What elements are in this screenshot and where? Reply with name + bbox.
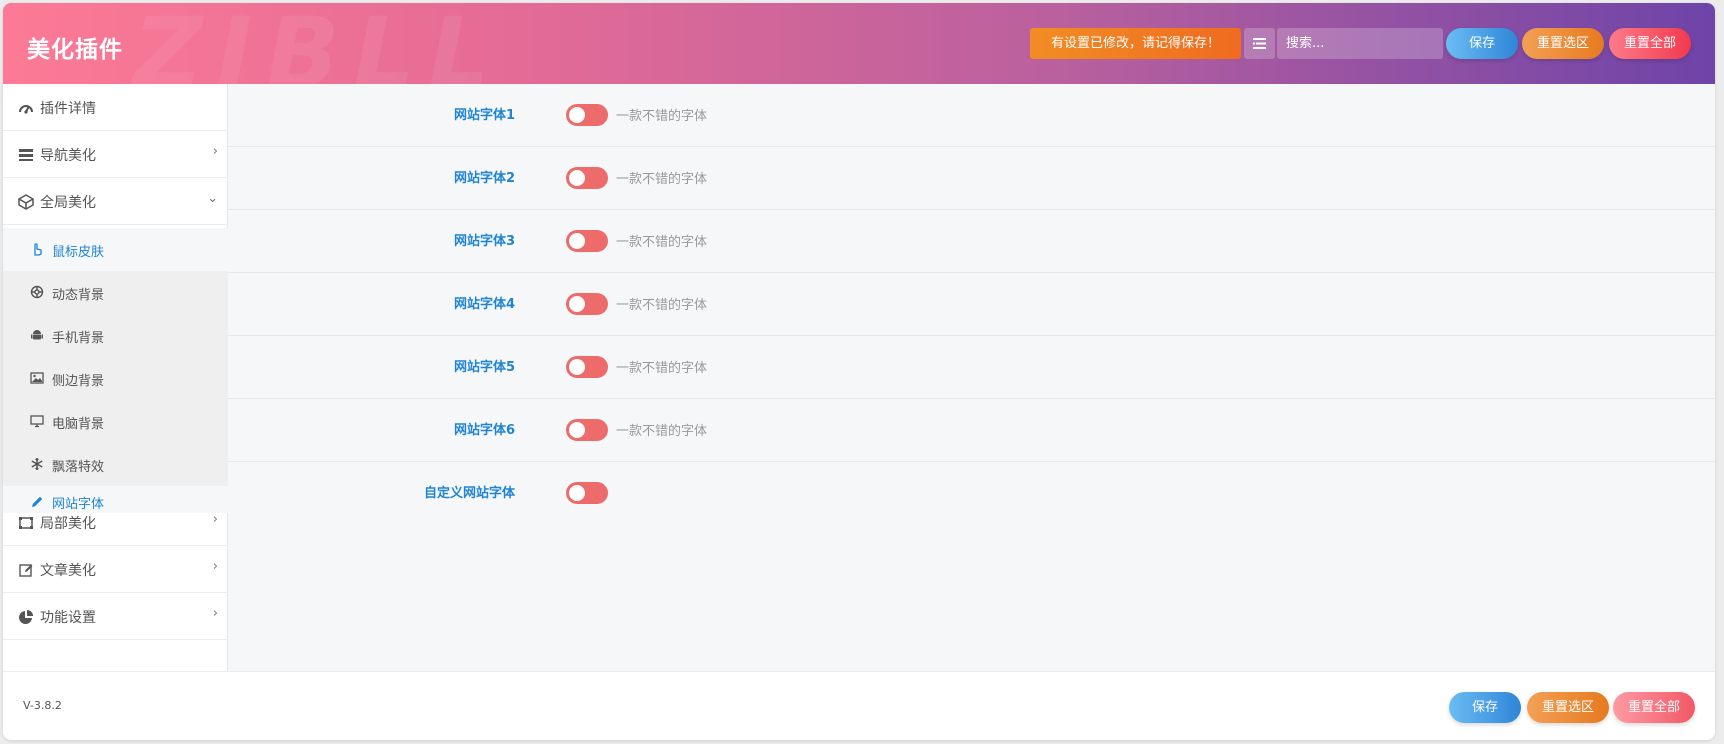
toggle-knob — [569, 296, 585, 312]
toggle-knob — [569, 233, 585, 249]
reset-section-button[interactable]: 重置选区 — [1522, 28, 1604, 59]
sidebar-subitem-label: 电脑背景 — [52, 417, 105, 432]
image-icon — [30, 372, 44, 384]
sidebar-subitem-mobile-bg[interactable]: 手机背景 — [3, 314, 228, 357]
search-input[interactable] — [1277, 28, 1443, 59]
edit-icon — [19, 564, 33, 577]
setting-row-font-4: 网站字体4 一款不错的字体 — [228, 273, 1715, 336]
sidebar-item-label: 导航美化 — [40, 148, 96, 164]
sidebar-subitem-label: 动态背景 — [52, 288, 105, 303]
page-title: 美化插件 — [27, 37, 123, 63]
settings-panel: 网站字体1 一款不错的字体 网站字体2 一款不错的字体 网站字体3 一款不错的字… — [228, 84, 1715, 671]
sidebar-item-label: 全局美化 — [40, 195, 96, 211]
setting-label: 自定义网站字体 — [423, 486, 515, 501]
setting-description: 一款不错的字体 — [616, 424, 708, 439]
desktop-icon — [30, 415, 44, 428]
pie-chart-icon — [19, 610, 33, 624]
globe-icon — [30, 285, 44, 299]
font-3-toggle[interactable] — [566, 230, 608, 252]
list-icon — [19, 149, 33, 161]
setting-description: 一款不错的字体 — [616, 172, 708, 187]
setting-row-font-5: 网站字体5 一款不错的字体 — [228, 336, 1715, 399]
gauge-icon — [19, 105, 33, 114]
chevron-down-icon: ⌄ — [207, 191, 218, 206]
font-5-toggle[interactable] — [566, 356, 608, 378]
toggle-knob — [569, 107, 585, 123]
sidebar-item-label: 局部美化 — [40, 516, 96, 532]
sidebar-item-nav-beautify[interactable]: 导航美化 › — [3, 131, 228, 178]
unsaved-notice: 有设置已修改，请记得保存！ — [1030, 28, 1241, 59]
setting-label: 网站字体4 — [453, 297, 515, 312]
footer-reset-all-button[interactable]: 重置全部 — [1613, 692, 1695, 723]
setting-row-font-6: 网站字体6 一款不错的字体 — [228, 399, 1715, 462]
toggle-knob — [569, 170, 585, 186]
sidebar-item-partial-beautify[interactable]: 局部美化 › — [3, 499, 228, 546]
font-4-toggle[interactable] — [566, 293, 608, 315]
setting-row-custom-font: 自定义网站字体 — [228, 462, 1715, 525]
footer-save-button[interactable]: 保存 — [1449, 692, 1521, 723]
footer-reset-section-button[interactable]: 重置选区 — [1527, 692, 1609, 723]
sidebar-item-plugin-details[interactable]: 插件详情 — [3, 84, 228, 131]
font-2-toggle[interactable] — [566, 167, 608, 189]
sidebar-subitem-label: 飘落特效 — [52, 460, 105, 475]
pointer-hand-icon — [34, 243, 42, 256]
footer-bar: V-3.8.2 保存 重置选区 重置全部 — [3, 671, 1715, 740]
setting-row-font-3: 网站字体3 一款不错的字体 — [228, 210, 1715, 273]
android-icon — [31, 330, 43, 340]
toggle-knob — [569, 485, 585, 501]
setting-description: 一款不错的字体 — [616, 109, 708, 124]
toggle-knob — [569, 422, 585, 438]
header-watermark: ZIBLL — [133, 3, 504, 84]
sidebar-item-global-beautify[interactable]: 全局美化 ⌄ — [3, 178, 228, 225]
setting-label: 网站字体1 — [453, 108, 515, 123]
list-icon — [1253, 38, 1266, 49]
setting-row-font-2: 网站字体2 一款不错的字体 — [228, 147, 1715, 210]
sidebar-subitem-label: 鼠标皮肤 — [52, 245, 105, 260]
font-1-toggle[interactable] — [566, 104, 608, 126]
header-bar: ZIBLL 美化插件 有设置已修改，请记得保存！ 保存 重置选区 重置全部 — [3, 3, 1715, 84]
setting-label: 网站字体6 — [453, 423, 515, 438]
toggle-knob — [569, 359, 585, 375]
chevron-right-icon: › — [212, 512, 218, 527]
save-button[interactable]: 保存 — [1446, 28, 1518, 59]
submenu-global-beautify: 鼠标皮肤 动态背景 手机背景 侧边背景 电脑背景 飘落特效 网站字体 — [3, 228, 228, 513]
sidebar-subitem-desktop-bg[interactable]: 电脑背景 — [3, 400, 228, 443]
sidebar-item-label: 插件详情 — [40, 101, 96, 117]
sidebar-subitem-label: 侧边背景 — [52, 374, 105, 389]
sidebar-item-label: 功能设置 — [40, 610, 96, 626]
sidebar-item-label: 文章美化 — [40, 563, 96, 579]
setting-label: 网站字体3 — [453, 234, 515, 249]
sidebar-item-function-settings[interactable]: 功能设置 › — [3, 593, 228, 640]
setting-description: 一款不错的字体 — [616, 298, 708, 313]
chevron-right-icon: › — [212, 144, 218, 159]
chevron-right-icon: › — [212, 606, 218, 621]
expand-all-button[interactable] — [1244, 28, 1275, 59]
version-label: V-3.8.2 — [23, 699, 62, 712]
snowflake-icon — [31, 458, 43, 470]
sidebar-subitem-falling-effect[interactable]: 飘落特效 — [3, 443, 228, 486]
setting-label: 网站字体5 — [453, 360, 515, 375]
setting-description: 一款不错的字体 — [616, 361, 708, 376]
chevron-right-icon: › — [212, 559, 218, 574]
setting-label: 网站字体2 — [453, 171, 515, 186]
sidebar: 插件详情 导航美化 › 全局美化 ⌄ 鼠标皮肤 动态背景 手机背景 侧边背景 电… — [3, 84, 228, 671]
custom-font-toggle[interactable] — [566, 482, 608, 504]
frame-icon — [19, 517, 33, 529]
reset-all-button[interactable]: 重置全部 — [1609, 28, 1691, 59]
app-window: ZIBLL 美化插件 有设置已修改，请记得保存！ 保存 重置选区 重置全部 插件… — [3, 3, 1715, 740]
font-6-toggle[interactable] — [566, 419, 608, 441]
sidebar-subitem-side-bg[interactable]: 侧边背景 — [3, 357, 228, 400]
sidebar-subitem-label: 手机背景 — [52, 331, 105, 346]
sidebar-subitem-dynamic-bg[interactable]: 动态背景 — [3, 271, 228, 314]
sidebar-subitem-cursor-skin[interactable]: 鼠标皮肤 — [3, 228, 228, 271]
setting-description: 一款不错的字体 — [616, 235, 708, 250]
cube-icon — [18, 194, 34, 210]
sidebar-item-article-beautify[interactable]: 文章美化 › — [3, 546, 228, 593]
setting-row-font-1: 网站字体1 一款不错的字体 — [228, 84, 1715, 147]
